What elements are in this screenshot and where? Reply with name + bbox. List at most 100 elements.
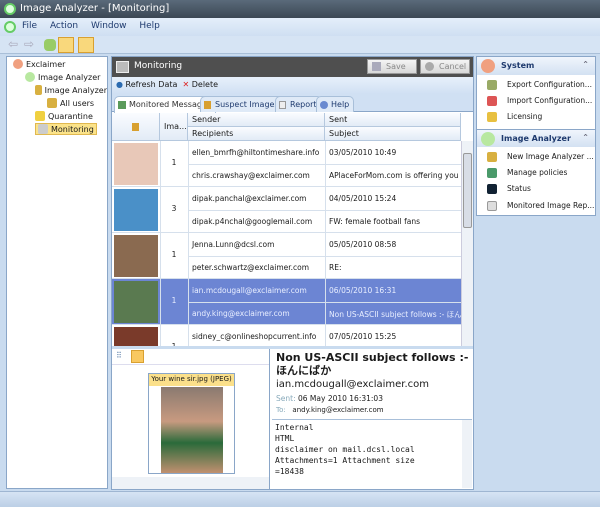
monitored-image-report-link[interactable]: Monitored Image Rep... <box>487 201 594 211</box>
table-row[interactable]: 1 ian.mcdougall@exclaimer.com andy.king@… <box>112 279 461 325</box>
recipients-cell: chris.crawshay@exclaimer.com <box>192 171 310 180</box>
refresh-data-button[interactable]: ● Refresh Data <box>116 80 177 89</box>
body-line: =18438 <box>275 467 304 476</box>
collapse-icon[interactable]: ⌃ <box>582 60 589 69</box>
tab-help[interactable]: Help <box>316 96 355 112</box>
sent-cell: 03/05/2010 10:49 <box>329 148 397 157</box>
link-label: Licensing <box>507 112 543 121</box>
collapse-icon[interactable]: ⌃ <box>582 133 589 142</box>
users-icon <box>47 98 57 108</box>
monitoring-icon <box>38 124 48 134</box>
tree-item-image-analyzer[interactable]: Image Analyzer <box>25 72 100 82</box>
show-actions-icon[interactable] <box>78 37 94 53</box>
menu-help[interactable]: Help <box>139 21 160 31</box>
column-header-subject[interactable]: Subject <box>325 127 461 141</box>
subject-cell: Non US-ASCII subject follows :- ほん... <box>329 310 461 319</box>
tree-item-all-users[interactable]: All users <box>47 98 94 108</box>
column-header-sent[interactable]: Sent <box>325 113 461 127</box>
tab-report[interactable]: Report <box>275 96 322 112</box>
message-preview: Non US-ASCII subject follows :- ほんにばか ia… <box>272 349 473 490</box>
message-sent: 06 May 2010 16:31:03 <box>298 394 383 403</box>
single-view-icon[interactable] <box>131 350 144 363</box>
message-subject: Non US-ASCII subject follows :- ほんにばか <box>276 351 469 377</box>
delete-label: Delete <box>191 80 219 89</box>
licensing-link[interactable]: Licensing <box>487 112 543 122</box>
column-header-sender[interactable]: Sender <box>188 113 325 127</box>
tree-item-image-analyzer-policy[interactable]: Image Analyzer <box>35 85 107 95</box>
sender-cell: Jenna.Lunn@dcsl.com <box>192 240 275 249</box>
cancel-icon <box>425 62 434 71</box>
subject-cell: RE: <box>329 263 342 272</box>
manage-policies-link[interactable]: Manage policies <box>487 168 567 178</box>
cancel-label: Cancel <box>439 62 467 71</box>
import-configuration-link[interactable]: Import Configuration... <box>487 96 592 106</box>
image-preview: ⠿ Your wine sir.jpg (JPEG) <box>112 349 270 490</box>
message-body[interactable]: Internal HTML disclaimer on mail.dcsl.lo… <box>272 419 472 489</box>
save-label: Save <box>386 62 406 71</box>
menu-window[interactable]: Window <box>91 21 127 31</box>
sent-cell: 06/05/2010 16:31 <box>329 286 397 295</box>
system-section-header[interactable]: System ⌃ <box>477 57 595 75</box>
table-row[interactable]: 3 dipak.panchal@exclaimer.com dipak.p4nc… <box>112 187 461 233</box>
refresh-label: Refresh Data <box>125 80 178 89</box>
forward-arrow-icon[interactable]: ⇨ <box>24 37 40 53</box>
image-analyzer-icon <box>25 72 35 82</box>
image-analyzer-section-header[interactable]: Image Analyzer ⌃ <box>477 129 595 147</box>
image-icon <box>132 123 139 131</box>
show-tree-icon[interactable] <box>58 37 74 53</box>
tree-item-exclaimer[interactable]: Exclaimer <box>13 59 65 69</box>
export-icon <box>487 80 497 90</box>
grid-scrollbar[interactable] <box>461 141 473 346</box>
image-analyzer-icon <box>481 132 495 146</box>
image-count: 3 <box>171 204 177 213</box>
app-menu-icon[interactable] <box>4 21 16 33</box>
table-row[interactable]: 1 ellen_bmrfh@hiltontimeshare.info chris… <box>112 141 461 187</box>
messages-grid: Ima... Sender Recipients Sent Subject 1 … <box>112 113 473 346</box>
refresh-icon: ● <box>116 80 123 89</box>
body-scrollbar[interactable] <box>462 420 472 488</box>
status-link[interactable]: Status <box>487 184 531 194</box>
image-card[interactable]: Your wine sir.jpg (JPEG) <box>148 373 235 474</box>
sender-cell: ellen_bmrfh@hiltontimeshare.info <box>192 148 320 157</box>
message-to: andy.king@exclaimer.com <box>292 406 384 414</box>
body-line: Attachments=1 Attachment size <box>275 456 415 465</box>
save-button[interactable]: Save <box>367 59 417 74</box>
tree-label: All users <box>60 98 95 108</box>
thumbnail-image <box>114 189 158 231</box>
to-label: To: <box>276 406 286 414</box>
recipients-cell: peter.schwartz@exclaimer.com <box>192 263 310 272</box>
sent-cell: 05/05/2010 08:58 <box>329 240 397 249</box>
column-header-images[interactable]: Ima... <box>160 113 188 141</box>
column-header-thumbnail[interactable] <box>112 113 160 141</box>
tree-item-quarantine[interactable]: Quarantine <box>35 111 93 121</box>
cancel-button[interactable]: Cancel <box>420 59 470 74</box>
report-icon <box>279 101 286 109</box>
export-configuration-link[interactable]: Export Configuration... <box>487 80 592 90</box>
status-bar <box>0 491 600 507</box>
image-caption: Your wine sir.jpg (JPEG) <box>149 374 234 386</box>
menu-action[interactable]: Action <box>50 21 78 31</box>
delete-button[interactable]: ✕ Delete <box>182 80 218 89</box>
up-folder-icon[interactable] <box>44 39 56 51</box>
tree-item-monitoring[interactable]: Monitoring <box>35 123 97 135</box>
new-image-analyzer-link[interactable]: New Image Analyzer ... <box>487 152 594 162</box>
app-logo-icon <box>4 3 16 15</box>
scroll-thumb[interactable] <box>463 153 472 228</box>
menu-bar: File Action Window Help <box>0 18 600 36</box>
quarantine-icon <box>35 111 45 121</box>
menu-file[interactable]: File <box>22 21 37 31</box>
panel-title: Monitoring <box>134 61 183 71</box>
back-arrow-icon[interactable]: ⇦ <box>8 37 24 53</box>
horizontal-scrollbar[interactable] <box>112 477 269 489</box>
message-from: ian.mcdougall@exclaimer.com <box>276 379 430 390</box>
thumbnails-view-icon[interactable]: ⠿ <box>116 351 122 360</box>
image-count: 1 <box>171 296 177 305</box>
table-row[interactable]: 1 sidney_c@onlineshopcurrent.info 07/05/… <box>112 325 461 346</box>
panel-toolbar: ● Refresh Data ✕ Delete <box>112 77 473 94</box>
tab-suspect-images[interactable]: Suspect Images <box>200 96 284 112</box>
policies-icon <box>487 168 497 178</box>
recipients-cell: dipak.p4nchal@googlemail.com <box>192 217 313 226</box>
messages-icon <box>118 101 126 109</box>
table-row[interactable]: 1 Jenna.Lunn@dcsl.com peter.schwartz@exc… <box>112 233 461 279</box>
column-header-recipients[interactable]: Recipients <box>188 127 325 141</box>
